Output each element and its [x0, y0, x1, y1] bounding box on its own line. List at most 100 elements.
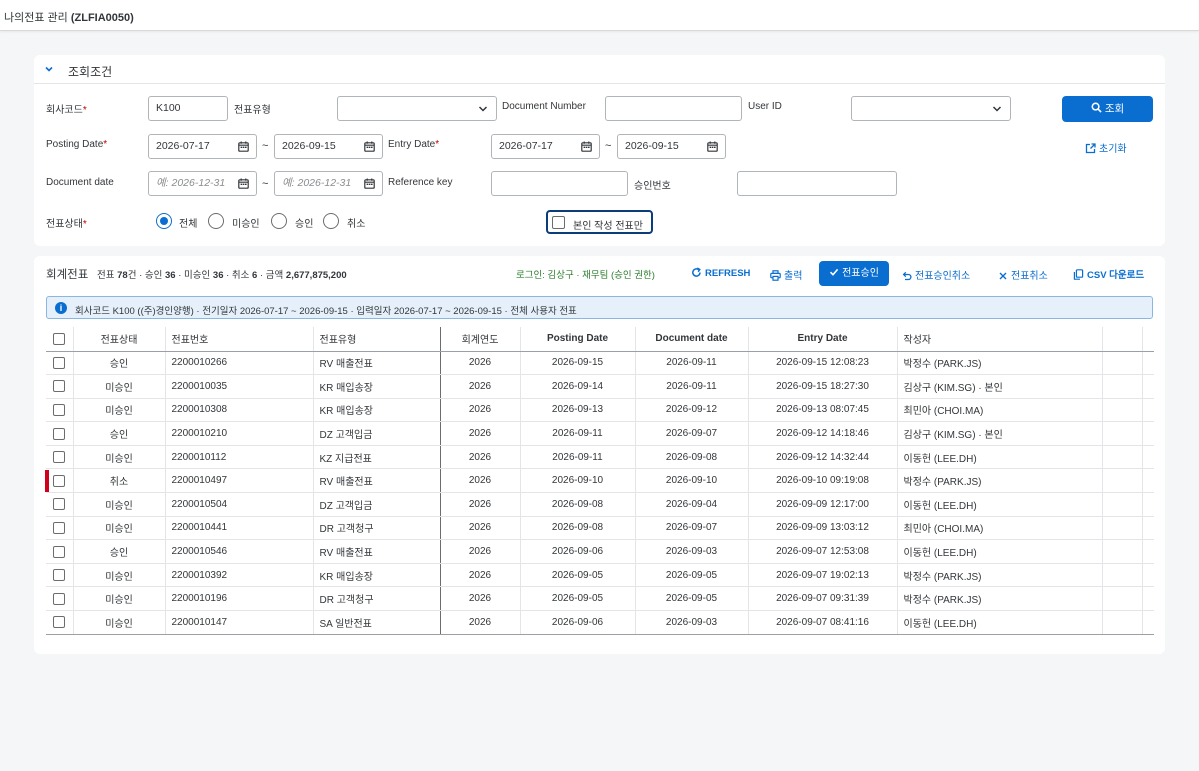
table-header-row: 전표상태 전표번호 전표유형 회계연도 Posting Date Documen… [46, 327, 1154, 352]
csv-download-button[interactable]: CSV 다운로드 [1073, 267, 1144, 281]
row-select-cell[interactable] [46, 610, 74, 635]
row-select-cell[interactable] [46, 516, 74, 541]
table-row[interactable]: 미승인 2200010504 DZ 고객입금 2026 2026-09-08 2026-0… [46, 492, 1154, 517]
select-all-cell[interactable] [46, 327, 74, 352]
calendar-icon[interactable] [238, 141, 249, 152]
row-checkbox[interactable] [53, 545, 66, 558]
entry-date-to[interactable]: 2026-09-15 [617, 134, 726, 159]
table-row[interactable]: 미승인 2200010196 DR 고객청구 2026 2026-09-05 2026-0… [46, 586, 1154, 612]
col-header-doc-number[interactable]: 전표번호 [165, 327, 314, 352]
table-row[interactable]: 미승인 2200010308 KR 매입송장 2026 2026-09-13 2026-0… [46, 398, 1154, 423]
col-header-entry-date[interactable]: Entry Date [748, 327, 898, 352]
document-date-from[interactable]: 예: 2026-12-31 [148, 171, 257, 196]
copy-icon [1073, 269, 1084, 280]
col-header-author[interactable]: 작성자 [897, 327, 1103, 352]
document-date-cell: 2026-09-11 [635, 351, 749, 376]
approve-cancel-button[interactable]: 전표승인취소 [901, 267, 970, 282]
table-row[interactable]: 승인 2200010210 DZ 고객입금 2026 2026-09-11 2026-09… [46, 421, 1154, 446]
col-header-document-date[interactable]: Document date [635, 327, 749, 352]
row-checkbox[interactable] [53, 474, 66, 487]
status-option-cancel[interactable]: 취소 [347, 215, 365, 230]
entry-from-value: 2026-07-17 [499, 140, 553, 152]
calendar-icon[interactable] [581, 141, 592, 152]
status-option-all[interactable]: 전체 [179, 215, 197, 230]
table-row[interactable]: 미승인 2200010392 KR 매입송장 2026 2026-09-05 2026-0… [46, 563, 1154, 588]
checkbox-box[interactable] [552, 216, 565, 229]
row-select-cell[interactable] [46, 563, 74, 588]
document-date-cell: 2026-09-11 [635, 374, 749, 399]
refresh-button[interactable]: REFRESH [691, 267, 750, 279]
col-header-spacer [1102, 327, 1143, 352]
col-header-status[interactable]: 전표상태 [73, 327, 166, 352]
table-row[interactable]: 취소 2200010497 RV 매출전표 2026 2026-09-10 2026-09… [46, 468, 1154, 494]
entry-date-cell: 2026-09-09 12:17:00 [748, 492, 898, 517]
fiscal-year-cell: 2026 [440, 492, 521, 517]
doc-cancel-button[interactable]: 전표취소 [998, 267, 1048, 282]
user-id-select[interactable] [851, 96, 1011, 121]
row-checkbox[interactable] [53, 569, 66, 582]
row-checkbox[interactable] [53, 380, 66, 393]
status-radio-cancel[interactable] [323, 213, 339, 229]
document-date-cell: 2026-09-05 [635, 586, 749, 612]
row-select-cell[interactable] [46, 421, 74, 446]
table-row[interactable]: 승인 2200010546 RV 매출전표 2026 2026-09-06 2026-09… [46, 539, 1154, 564]
row-select-cell[interactable] [46, 398, 74, 423]
posting-date-cell: 2026-09-14 [520, 374, 636, 399]
status-radio-pending[interactable] [208, 213, 224, 229]
row-select-cell[interactable] [46, 351, 74, 376]
col-header-doc-type[interactable]: 전표유형 [313, 327, 441, 352]
status-radio-all[interactable] [156, 213, 172, 229]
search-button[interactable]: 조회 [1062, 96, 1153, 122]
row-checkbox[interactable] [53, 427, 66, 440]
row-checkbox[interactable] [53, 521, 66, 534]
approve-button[interactable]: 전표승인 [819, 261, 889, 286]
table-row[interactable]: 승인 2200010266 RV 매출전표 2026 2026-09-15 2026-09… [46, 351, 1154, 376]
filter-header[interactable]: 조회조건 [34, 55, 1165, 84]
row-select-cell[interactable] [46, 586, 74, 612]
row-checkbox[interactable] [53, 616, 66, 629]
scroll-cell [1142, 351, 1154, 376]
entry-date-from[interactable]: 2026-07-17 [491, 134, 600, 159]
author-cell: 이동헌 (LEE.DH) [897, 610, 1103, 635]
col-header-fiscal-year[interactable]: 회계연도 [440, 327, 521, 352]
company-code-input[interactable]: K100 [148, 96, 228, 121]
status-radio-approved[interactable] [271, 213, 287, 229]
close-icon [999, 272, 1007, 280]
chevron-down-icon[interactable] [43, 63, 55, 75]
row-select-cell[interactable] [46, 374, 74, 399]
document-date-to[interactable]: 예: 2026-12-31 [274, 171, 383, 196]
row-select-cell[interactable] [46, 492, 74, 517]
row-select-cell[interactable] [46, 468, 74, 494]
table-row[interactable]: 미승인 2200010147 SA 일반전표 2026 2026-09-06 2026-0… [46, 610, 1154, 635]
col-header-posting-date[interactable]: Posting Date [520, 327, 636, 352]
own-only-checkbox[interactable]: 본인 작성 전표만 [546, 210, 653, 234]
calendar-icon[interactable] [238, 178, 249, 189]
doc-number-input[interactable] [605, 96, 742, 121]
status-option-approved[interactable]: 승인 [295, 215, 313, 230]
reset-button[interactable]: 초기화 [1085, 140, 1127, 155]
calendar-icon[interactable] [364, 178, 375, 189]
reference-key-input[interactable] [491, 171, 628, 196]
calendar-icon[interactable] [707, 141, 718, 152]
doc-type-cell: SA 일반전표 [313, 610, 441, 635]
row-checkbox[interactable] [53, 403, 66, 416]
table-row[interactable]: 미승인 2200010035 KR 매입송장 2026 2026-09-14 2026-0… [46, 374, 1154, 399]
row-checkbox[interactable] [53, 451, 66, 464]
print-button[interactable]: 출력 [770, 267, 802, 282]
select-all-checkbox[interactable] [53, 332, 66, 345]
table-row[interactable]: 미승인 2200010112 KZ 지급전표 2026 2026-09-11 2026-0… [46, 445, 1154, 470]
row-select-cell[interactable] [46, 539, 74, 564]
result-panel: 회계전표 전표 78건 · 승인 36 · 미승인 36 · 취소 6 · 금액… [34, 256, 1165, 654]
posting-date-from[interactable]: 2026-07-17 [148, 134, 257, 159]
calendar-icon[interactable] [364, 141, 375, 152]
row-select-cell[interactable] [46, 445, 74, 470]
doc-type-cell: RV 매출전표 [313, 468, 441, 494]
table-row[interactable]: 미승인 2200010441 DR 고객청구 2026 2026-09-08 2026-0… [46, 516, 1154, 541]
status-option-pending[interactable]: 미승인 [232, 215, 260, 230]
row-checkbox[interactable] [53, 498, 66, 511]
row-checkbox[interactable] [53, 356, 66, 369]
posting-date-to[interactable]: 2026-09-15 [274, 134, 383, 159]
row-checkbox[interactable] [53, 592, 66, 605]
approval-no-input[interactable] [737, 171, 897, 196]
doc-type-select[interactable] [337, 96, 497, 121]
